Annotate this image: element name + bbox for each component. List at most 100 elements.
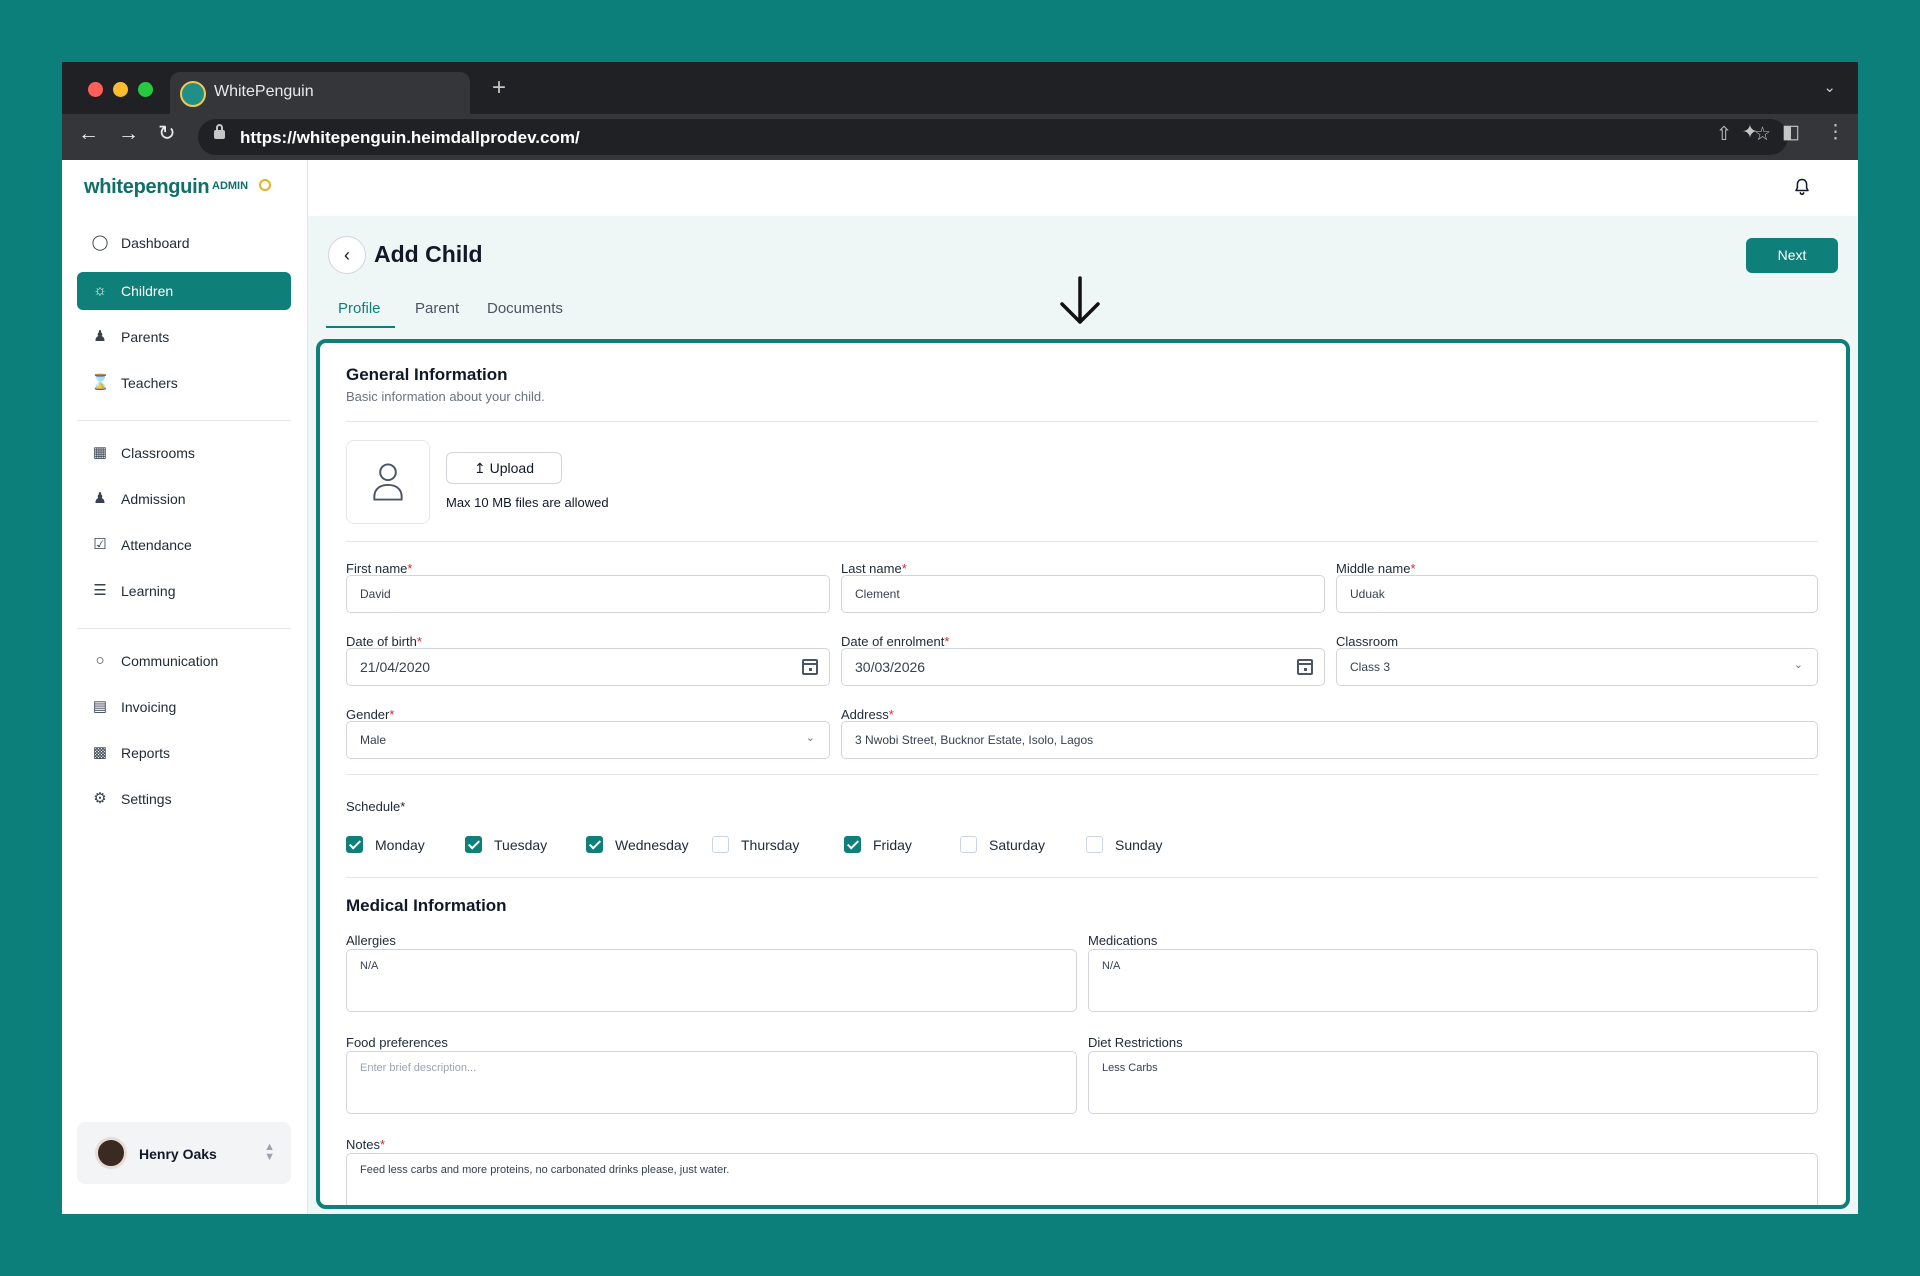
sidebar-item-label: Classrooms [121,445,195,461]
section-divider [346,774,1818,775]
checkbox-checked-icon[interactable] [346,836,363,853]
side-panel-icon[interactable]: ◧ [1782,123,1800,142]
new-tab-button[interactable]: + [492,76,506,100]
back-arrow-icon[interactable]: ← [78,123,99,144]
page-title: Add Child [374,241,483,267]
date-of-enrolment-value: 30/03/2026 [855,659,926,675]
browser-window: WhitePenguin + ⌄ ← → ↻ https://whitepeng… [62,62,1858,1214]
sidebar-item-children[interactable]: ☼ Children [77,272,291,310]
date-of-birth-field[interactable]: 21/04/2020 [346,648,830,686]
main-content: ‹ Add Child Next Profile Parent Document… [308,216,1858,1214]
extensions-puzzle-icon[interactable]: ✦ [1742,123,1758,142]
diet-restrictions-textarea[interactable]: Less Carbs [1088,1051,1818,1114]
maximize-window-button[interactable] [138,82,153,97]
schedule-day-label: Thursday [741,837,800,853]
sidebar-item-learning[interactable]: ☰ Learning [77,572,291,610]
share-icon[interactable]: ⇧ [1716,125,1732,144]
profile-form-card: General Information Basic information ab… [316,339,1850,1209]
checkbox-checked-icon[interactable] [586,836,603,853]
middle-name-field[interactable]: Uduak [1336,575,1818,613]
schedule-day-label: Friday [873,837,912,853]
checkbox-empty-icon[interactable] [712,836,729,853]
forward-arrow-icon[interactable]: → [118,123,139,144]
photo-placeholder[interactable] [346,440,430,524]
food-preferences-textarea[interactable]: Enter brief description... [346,1051,1077,1114]
sidebar-item-teachers[interactable]: ⌛ Teachers [77,364,291,402]
date-of-enrolment-label: Date of enrolment* [841,634,950,649]
tab-search-chevron-icon[interactable]: ⌄ [1823,78,1836,96]
sidebar-divider [77,420,291,421]
middle-name-label: Middle name* [1336,561,1416,576]
browser-menu-icon[interactable]: ⋮ [1826,123,1845,142]
classroom-value: Class 3 [1350,660,1391,674]
medications-textarea[interactable]: N/A [1088,949,1818,1012]
reload-icon[interactable]: ↻ [158,123,176,144]
sidebar-item-label: Communication [121,653,219,669]
address-field[interactable]: 3 Nwobi Street, Bucknor Estate, Isolo, L… [841,721,1818,759]
sidebar: whitepenguin ADMIN ◯ Dashboard ☼ Childre… [62,160,308,1214]
schedule-day-label: Saturday [989,837,1046,853]
upload-hint: Max 10 MB files are allowed [446,495,609,510]
checkbox-checked-icon[interactable] [465,836,482,853]
allergies-textarea[interactable]: N/A [346,949,1077,1012]
sidebar-item-label: Parents [121,329,170,345]
favicon-icon [180,81,206,107]
sidebar-item-invoicing[interactable]: ▤ Invoicing [77,688,291,726]
tab-documents[interactable]: Documents [487,300,563,317]
browser-tab[interactable]: WhitePenguin [170,72,470,114]
sidebar-item-attendance[interactable]: ☑ Attendance [77,526,291,564]
checkbox-empty-icon[interactable] [1086,836,1103,853]
user-switcher[interactable]: Henry Oaks ▲ ▼ [77,1122,291,1184]
calendar-icon[interactable] [802,659,818,675]
down-arrow-icon [1060,276,1100,324]
chevron-down-icon: ⌄ [1793,659,1803,671]
settings-icon: ⚙ [93,790,107,807]
tab-profile[interactable]: Profile [338,300,381,317]
upload-icon: ↥ [474,460,486,476]
sidebar-item-communication[interactable]: ○ Communication [77,642,291,680]
date-of-birth-label: Date of birth* [346,634,422,649]
section-divider [346,421,1818,422]
sidebar-item-classrooms[interactable]: ▦ Classrooms [77,434,291,472]
close-window-button[interactable] [88,82,103,97]
date-of-birth-value: 21/04/2020 [360,659,431,675]
gender-select[interactable]: Male ⌄ [346,721,830,759]
date-of-enrolment-field[interactable]: 30/03/2026 [841,648,1325,686]
upload-button[interactable]: ↥ Upload [446,452,562,484]
sidebar-divider [77,628,291,629]
sidebar-item-reports[interactable]: ▩ Reports [77,734,291,772]
classroom-select[interactable]: Class 3 ⌄ [1336,648,1818,686]
sidebar-item-parents[interactable]: ♟ Parents [77,318,291,356]
sidebar-item-admission[interactable]: ♟ Admission [77,480,291,518]
last-name-field[interactable]: Clement [841,575,1325,613]
schedule-day-label: Monday [375,837,425,853]
parents-icon: ♟ [93,328,107,345]
chevron-updown-icon: ▲ ▼ [264,1141,275,1163]
admin-user-icon [259,179,271,191]
checkbox-empty-icon[interactable] [960,836,977,853]
first-name-field[interactable]: David [346,575,830,613]
next-button[interactable]: Next [1746,238,1838,273]
sidebar-item-label: Reports [121,745,171,761]
address-bar[interactable]: https://whitepenguin.heimdallprodev.com/… [198,119,1788,155]
sidebar-item-settings[interactable]: ⚙ Settings [77,780,291,818]
whitepenguin-logo[interactable]: whitepenguin [84,176,210,199]
back-button[interactable]: ‹ [328,236,366,274]
section-divider [346,877,1818,878]
minimize-window-button[interactable] [113,82,128,97]
general-information-subtitle: Basic information about your child. [346,389,545,404]
browser-toolbar: ← → ↻ https://whitepenguin.heimdallprode… [62,114,1858,160]
sidebar-item-dashboard[interactable]: ◯ Dashboard [77,224,291,262]
sidebar-item-label: Admission [121,491,186,507]
notes-label: Notes* [346,1137,386,1152]
tab-parent[interactable]: Parent [415,300,459,317]
first-name-label: First name* [346,561,413,576]
schedule-day-label: Tuesday [494,837,548,853]
top-bar [308,160,1858,216]
notification-bell-icon[interactable] [1794,178,1810,196]
calendar-icon[interactable] [1297,659,1313,675]
notes-textarea[interactable]: Feed less carbs and more proteins, no ca… [346,1153,1818,1205]
invoicing-icon: ▤ [92,698,108,715]
checkbox-checked-icon[interactable] [844,836,861,853]
classroom-label: Classroom [1336,634,1399,649]
